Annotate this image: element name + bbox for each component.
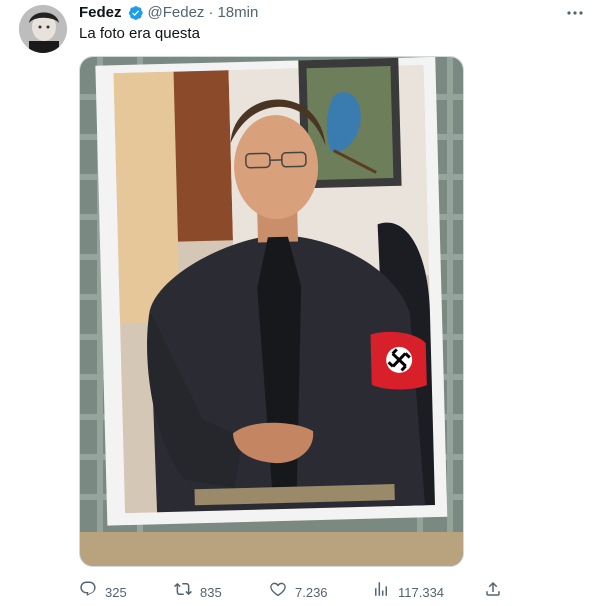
reply-icon	[79, 580, 97, 605]
views-count: 117.334	[398, 584, 445, 600]
heart-icon	[269, 580, 287, 605]
retweet-count: 835	[200, 584, 222, 600]
share-icon	[484, 580, 502, 605]
author-handle[interactable]: @Fedez	[148, 3, 205, 23]
tweet-text: La foto era questa	[79, 25, 200, 42]
reply-count: 325	[105, 584, 127, 600]
timestamp[interactable]: 18min	[217, 3, 258, 23]
like-button[interactable]: 7.236	[269, 580, 328, 605]
separator-dot: ·	[208, 4, 214, 21]
more-icon[interactable]	[566, 5, 584, 21]
verified-badge-icon	[126, 4, 144, 22]
avatar[interactable]	[19, 5, 67, 53]
like-count: 7.236	[295, 584, 328, 600]
views-button[interactable]: 117.334	[372, 580, 444, 605]
retweet-icon	[174, 580, 192, 605]
tweet-actions: 325 835 7.236 117.334	[79, 580, 503, 602]
reply-button[interactable]: 325	[79, 580, 127, 605]
views-icon	[372, 580, 390, 605]
author-name[interactable]: Fedez	[79, 3, 122, 23]
share-button[interactable]	[484, 580, 502, 605]
photo-illustration	[80, 57, 463, 566]
tweet-photo[interactable]	[79, 56, 464, 567]
tweet[interactable]: Fedez @Fedez · 18min La foto era questa	[0, 0, 599, 606]
retweet-button[interactable]: 835	[174, 580, 222, 605]
tweet-header: Fedez @Fedez · 18min	[79, 3, 258, 23]
